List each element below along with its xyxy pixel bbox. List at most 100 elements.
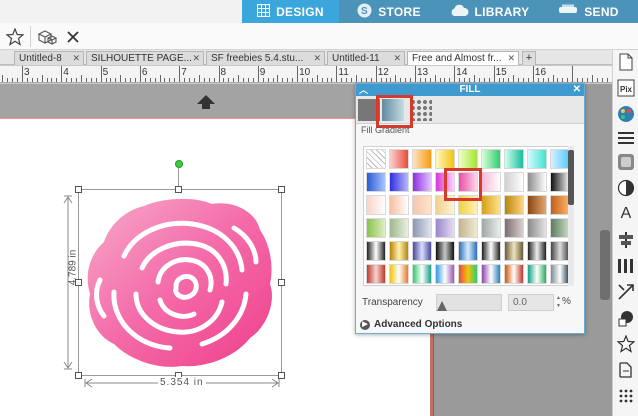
- advanced-options-toggle[interactable]: ▶ Advanced Options: [360, 319, 462, 330]
- gradient-swatch[interactable]: [366, 195, 386, 215]
- gradient-swatch[interactable]: [481, 218, 501, 238]
- gradient-swatch[interactable]: [504, 195, 524, 215]
- resize-handle[interactable]: [278, 279, 285, 286]
- gradient-swatch[interactable]: [458, 264, 478, 284]
- text-icon[interactable]: A: [616, 204, 636, 224]
- transparency-input[interactable]: 0.0: [508, 294, 554, 311]
- gradient-swatch[interactable]: [412, 264, 432, 284]
- gradient-swatch[interactable]: [527, 149, 547, 169]
- trace-icon[interactable]: [616, 360, 636, 380]
- replicate-icon[interactable]: [616, 256, 636, 276]
- star-tool-icon[interactable]: [4, 26, 26, 48]
- align-icon[interactable]: [616, 230, 636, 250]
- swatch-scrollbar-thumb[interactable]: [568, 150, 574, 205]
- gradient-swatch[interactable]: [481, 264, 501, 284]
- fill-pattern-icon[interactable]: [616, 152, 636, 172]
- slider-thumb[interactable]: [437, 301, 447, 311]
- transparency-spinner[interactable]: ▲ ▼: [556, 294, 561, 311]
- resize-handle[interactable]: [75, 372, 82, 379]
- close-icon[interactable]: ✕: [573, 84, 581, 96]
- gradient-swatch[interactable]: [366, 149, 386, 169]
- gradient-swatch[interactable]: [412, 241, 432, 261]
- gradient-swatch[interactable]: [389, 218, 409, 238]
- doc-tab-active[interactable]: Free and Almost fr... ✕: [407, 51, 519, 65]
- gradient-swatch[interactable]: [481, 195, 501, 215]
- gradient-swatch[interactable]: [389, 195, 409, 215]
- gradient-swatch[interactable]: [481, 149, 501, 169]
- gradient-swatch[interactable]: [412, 172, 432, 192]
- close-icon[interactable]: [62, 26, 84, 48]
- line-style-icon[interactable]: [616, 128, 636, 148]
- doc-tab[interactable]: SF freebies 5.4.stu... ✕: [206, 51, 325, 65]
- gradient-swatch[interactable]: [504, 149, 524, 169]
- fill-color-icon[interactable]: [616, 104, 636, 124]
- gradient-swatch[interactable]: [412, 218, 432, 238]
- modify-icon[interactable]: [616, 308, 636, 328]
- page-setup-icon[interactable]: [616, 52, 636, 72]
- gradient-swatch[interactable]: [550, 218, 570, 238]
- gradient-swatch[interactable]: [527, 172, 547, 192]
- gradient-swatch[interactable]: [389, 241, 409, 261]
- gradient-swatch[interactable]: [550, 172, 570, 192]
- resize-handle[interactable]: [175, 186, 182, 193]
- doc-tab[interactable]: SILHOUETTE PAGE... ✕: [86, 51, 204, 65]
- gradient-swatch[interactable]: [527, 264, 547, 284]
- close-icon[interactable]: ✕: [72, 52, 80, 65]
- gradient-swatch[interactable]: [527, 241, 547, 261]
- gradient-swatch[interactable]: [366, 241, 386, 261]
- fill-pattern-button[interactable]: [410, 99, 432, 121]
- gradient-swatch[interactable]: [366, 218, 386, 238]
- gradient-swatch[interactable]: [458, 218, 478, 238]
- tab-send[interactable]: SEND: [539, 0, 638, 23]
- tab-library[interactable]: LIBRARY: [439, 0, 539, 23]
- gradient-swatch[interactable]: [481, 241, 501, 261]
- rotation-handle[interactable]: [175, 160, 183, 168]
- close-icon[interactable]: ✕: [507, 52, 515, 65]
- tab-design[interactable]: DESIGN: [242, 0, 339, 23]
- resize-handle[interactable]: [75, 186, 82, 193]
- gradient-swatch[interactable]: [550, 149, 570, 169]
- swatch-scrollbar[interactable]: [568, 146, 574, 286]
- ruler-tick: [567, 78, 569, 82]
- transparency-slider[interactable]: [436, 294, 502, 311]
- gradient-swatch[interactable]: [435, 218, 455, 238]
- tab-store[interactable]: S STORE: [339, 0, 439, 23]
- pixscan-icon[interactable]: Pix: [616, 78, 636, 98]
- gradient-swatch[interactable]: [435, 241, 455, 261]
- gradient-swatch[interactable]: [550, 195, 570, 215]
- gradient-swatch[interactable]: [504, 218, 524, 238]
- gradient-swatch[interactable]: [550, 264, 570, 284]
- resize-handle[interactable]: [278, 186, 285, 193]
- arrow-up-icon[interactable]: [196, 94, 216, 110]
- gradient-swatch[interactable]: [389, 264, 409, 284]
- shapes-icon[interactable]: [36, 26, 58, 48]
- star-shape-icon[interactable]: [616, 334, 636, 354]
- sketch-icon[interactable]: [616, 386, 636, 406]
- gradient-swatch[interactable]: [412, 149, 432, 169]
- gradient-swatch[interactable]: [504, 241, 524, 261]
- gradient-swatch[interactable]: [389, 172, 409, 192]
- gradient-swatch[interactable]: [412, 195, 432, 215]
- gradient-swatch[interactable]: [458, 241, 478, 261]
- gradient-swatch[interactable]: [389, 149, 409, 169]
- gradient-swatch[interactable]: [481, 172, 501, 192]
- close-icon[interactable]: ✕: [313, 52, 321, 65]
- gradient-swatch[interactable]: [458, 149, 478, 169]
- gradient-swatch[interactable]: [504, 172, 524, 192]
- new-tab-button[interactable]: +: [522, 51, 536, 65]
- gradient-swatch[interactable]: [504, 264, 524, 284]
- close-icon[interactable]: ✕: [393, 52, 401, 65]
- vertical-scrollbar[interactable]: [600, 230, 610, 300]
- transform-icon[interactable]: [616, 282, 636, 302]
- doc-tab[interactable]: Untitled-11 ✕: [327, 51, 405, 65]
- gradient-swatch[interactable]: [550, 241, 570, 261]
- gradient-swatch[interactable]: [435, 264, 455, 284]
- doc-tab[interactable]: Untitled-8 ✕: [14, 51, 84, 65]
- close-icon[interactable]: ✕: [192, 52, 200, 65]
- gradient-swatch[interactable]: [435, 149, 455, 169]
- contrast-icon[interactable]: [616, 178, 636, 198]
- gradient-swatch[interactable]: [527, 218, 547, 238]
- gradient-swatch[interactable]: [366, 172, 386, 192]
- gradient-swatch[interactable]: [366, 264, 386, 284]
- gradient-swatch[interactable]: [527, 195, 547, 215]
